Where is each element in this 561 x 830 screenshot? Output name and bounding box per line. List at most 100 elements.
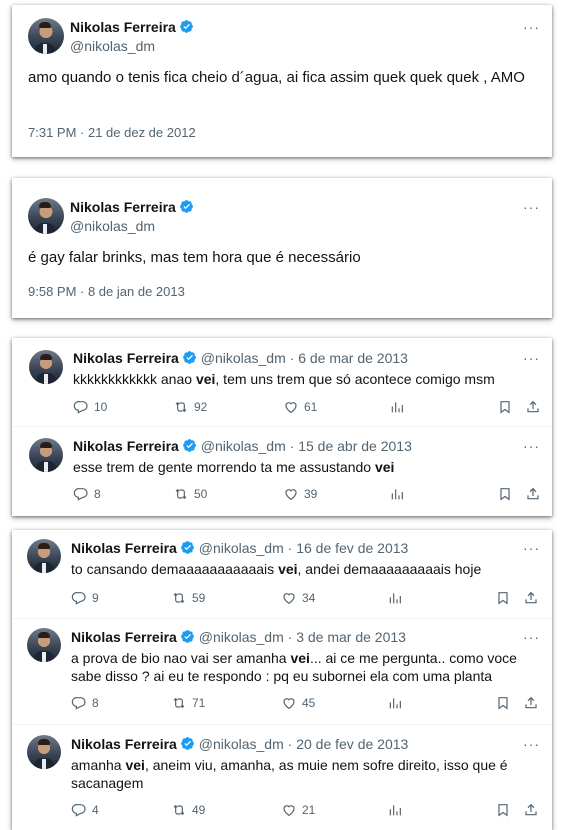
share-button[interactable] <box>525 486 541 502</box>
share-button[interactable] <box>525 399 541 415</box>
handle-date[interactable]: @nikolas_dm · 3 de mar de 2013 <box>199 629 406 645</box>
like-button[interactable]: 61 <box>283 399 317 415</box>
views-button[interactable] <box>387 590 403 606</box>
tweet-text: amo quando o tenis fica cheio d´agua, ai… <box>28 69 525 86</box>
heart-icon <box>281 695 297 711</box>
like-button[interactable]: 34 <box>281 590 315 606</box>
tweet-row[interactable]: Nikolas Ferreira @nikolas_dm · 3 de mar … <box>12 620 552 724</box>
author-name[interactable]: Nikolas Ferreira <box>71 540 177 556</box>
bookmark-button[interactable] <box>495 590 511 606</box>
verified-badge-icon <box>180 629 195 644</box>
tweet-row[interactable]: Nikolas Ferreira @nikolas_dm · 15 de abr… <box>12 428 552 516</box>
views-button[interactable] <box>387 695 403 711</box>
more-options-icon[interactable]: ··· <box>523 736 540 752</box>
avatar[interactable] <box>27 628 61 662</box>
views-button[interactable] <box>389 399 405 415</box>
tweet-card-1[interactable]: Nikolas Ferreira @nikolas_dm ··· amo qua… <box>12 5 552 157</box>
handle-date[interactable]: @nikolas_dm · 15 de abr de 2013 <box>201 438 412 454</box>
tweet-text: a prova de bio nao vai ser amanha vei...… <box>71 650 517 684</box>
share-button[interactable] <box>523 590 539 606</box>
author-name[interactable]: Nikolas Ferreira <box>71 736 177 752</box>
avatar[interactable] <box>27 539 61 573</box>
bookmark-icon <box>495 590 511 606</box>
reply-button[interactable]: 8 <box>73 486 101 502</box>
author-handle[interactable]: @nikolas_dm <box>70 218 155 234</box>
retweet-button[interactable]: 92 <box>173 399 207 415</box>
more-options-icon[interactable]: ··· <box>523 199 540 215</box>
retweet-button[interactable]: 71 <box>171 695 205 711</box>
retweet-icon <box>171 695 187 711</box>
divider <box>12 724 552 725</box>
more-options-icon[interactable]: ··· <box>523 438 540 454</box>
author-name[interactable]: Nikolas Ferreira <box>71 629 177 645</box>
tweet-card-2[interactable]: Nikolas Ferreira @nikolas_dm ··· é gay f… <box>12 178 552 318</box>
author-name[interactable]: Nikolas Ferreira <box>70 199 176 215</box>
avatar[interactable] <box>27 735 61 769</box>
tweet-text: é gay falar brinks, mas tem hora que é n… <box>28 249 361 266</box>
more-options-icon[interactable]: ··· <box>523 350 540 366</box>
handle-date[interactable]: @nikolas_dm · 16 de fev de 2013 <box>199 540 409 556</box>
avatar[interactable] <box>28 18 64 54</box>
avatar[interactable] <box>29 350 63 384</box>
author-name[interactable]: Nikolas Ferreira <box>70 19 176 35</box>
divider <box>12 426 552 427</box>
tweet-row[interactable]: Nikolas Ferreira @nikolas_dm · 20 de fev… <box>12 726 552 830</box>
retweet-button[interactable]: 49 <box>171 802 205 818</box>
reply-button[interactable]: 8 <box>71 695 99 711</box>
bookmark-button[interactable] <box>497 399 513 415</box>
divider <box>12 618 552 619</box>
retweet-icon <box>173 399 189 415</box>
tweet-text: amanha vei, aneim viu, amanha, as muie n… <box>71 757 508 791</box>
verified-badge-icon <box>179 199 194 214</box>
avatar[interactable] <box>28 198 64 234</box>
handle-date[interactable]: @nikolas_dm · 20 de fev de 2013 <box>199 736 409 752</box>
tweet-row[interactable]: Nikolas Ferreira @nikolas_dm · 6 de mar … <box>12 338 552 428</box>
like-button[interactable]: 45 <box>281 695 315 711</box>
share-button[interactable] <box>523 695 539 711</box>
tweet-timestamp[interactable]: 7:31 PM · 21 de dez de 2012 <box>28 125 196 140</box>
heart-icon <box>283 486 299 502</box>
reply-icon <box>71 802 87 818</box>
share-icon <box>523 590 539 606</box>
share-icon <box>523 695 539 711</box>
share-icon <box>525 486 541 502</box>
thread-card-2: Nikolas Ferreira @nikolas_dm · 16 de fev… <box>12 530 552 830</box>
more-options-icon[interactable]: ··· <box>523 629 540 645</box>
handle-date[interactable]: @nikolas_dm · 6 de mar de 2013 <box>201 350 408 366</box>
bookmark-icon <box>495 695 511 711</box>
reply-button[interactable]: 4 <box>71 802 99 818</box>
tweet-row[interactable]: Nikolas Ferreira @nikolas_dm · 16 de fev… <box>12 530 552 618</box>
author-handle[interactable]: @nikolas_dm <box>70 38 155 54</box>
retweet-icon <box>171 590 187 606</box>
views-button[interactable] <box>389 486 405 502</box>
bookmark-button[interactable] <box>495 695 511 711</box>
share-icon <box>525 399 541 415</box>
retweet-button[interactable]: 59 <box>171 590 205 606</box>
author-name[interactable]: Nikolas Ferreira <box>73 438 179 454</box>
more-options-icon[interactable]: ··· <box>523 540 540 556</box>
reply-icon <box>71 695 87 711</box>
reply-button[interactable]: 10 <box>73 399 107 415</box>
like-button[interactable]: 39 <box>283 486 317 502</box>
reply-button[interactable]: 9 <box>71 590 99 606</box>
views-button[interactable] <box>387 802 403 818</box>
tweet-timestamp[interactable]: 9:58 PM · 8 de jan de 2013 <box>28 284 185 299</box>
retweet-icon <box>171 802 187 818</box>
bookmark-icon <box>495 802 511 818</box>
verified-badge-icon <box>179 19 194 34</box>
avatar[interactable] <box>29 438 63 472</box>
bookmark-button[interactable] <box>495 802 511 818</box>
heart-icon <box>281 590 297 606</box>
views-icon <box>389 399 405 415</box>
thread-card-1: Nikolas Ferreira @nikolas_dm · 6 de mar … <box>12 338 552 516</box>
bookmark-button[interactable] <box>497 486 513 502</box>
retweet-button[interactable]: 50 <box>173 486 207 502</box>
reply-icon <box>71 590 87 606</box>
verified-badge-icon <box>182 350 197 365</box>
more-options-icon[interactable]: ··· <box>523 19 540 35</box>
author-name[interactable]: Nikolas Ferreira <box>73 350 179 366</box>
retweet-icon <box>173 486 189 502</box>
share-button[interactable] <box>523 802 539 818</box>
like-button[interactable]: 21 <box>281 802 315 818</box>
heart-icon <box>283 399 299 415</box>
